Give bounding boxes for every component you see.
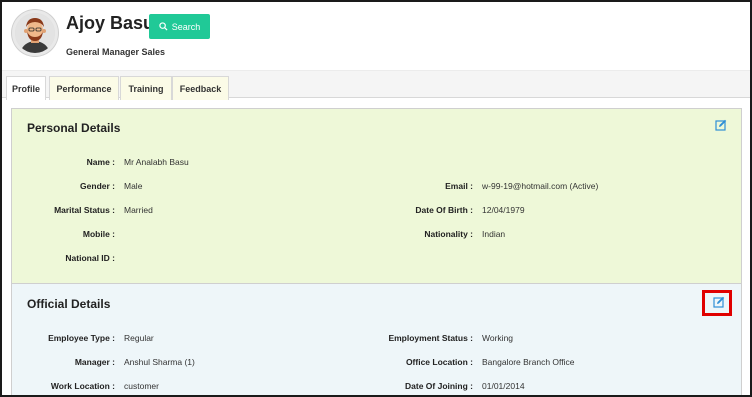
tab-performance[interactable]: Performance — [49, 76, 119, 100]
personal-details-title: Personal Details — [27, 121, 121, 135]
office-location-label: Office Location : — [405, 357, 473, 367]
tab-training[interactable]: Training — [120, 76, 172, 100]
avatar-illustration-icon — [15, 13, 55, 53]
employment-status-label: Employment Status : — [388, 333, 473, 343]
avatar — [12, 10, 58, 56]
gender-label: Gender : — [80, 181, 115, 191]
employee-designation: General Manager Sales — [66, 47, 166, 57]
work-location-label: Work Location : — [50, 381, 115, 391]
nationality-label: Nationality : — [424, 229, 473, 239]
date-of-joining-label: Date Of Joining : — [405, 381, 473, 391]
name-value: Mr Analabh Basu — [124, 157, 189, 167]
tab-bar: Profile Performance Training Feedback — [2, 70, 750, 100]
email-label: Email : — [445, 181, 473, 191]
email-value: w-99-19@hotmail.com (Active) — [482, 181, 599, 191]
search-button[interactable]: Search — [149, 14, 210, 39]
manager-value: Anshul Sharma (1) — [124, 357, 195, 367]
search-button-label: Search — [171, 21, 201, 32]
office-location-value: Bangalore Branch Office — [482, 357, 575, 367]
app-frame: Ajoy Basu General Manager Sales Search P… — [0, 0, 752, 397]
work-location-value: customer — [124, 381, 159, 391]
gender-value: Male — [124, 181, 143, 191]
name-label: Name : — [86, 157, 115, 167]
marital-status-value: Married — [124, 205, 153, 215]
profile-header: Ajoy Basu General Manager Sales Search — [2, 2, 750, 70]
employee-type-label: Employee Type : — [48, 333, 115, 343]
date-of-joining-value: 01/01/2014 — [482, 381, 525, 391]
marital-status-label: Marital Status : — [54, 205, 115, 215]
official-details-title: Official Details — [27, 297, 111, 311]
mobile-label: Mobile : — [82, 229, 115, 239]
employee-name: Ajoy Basu — [66, 13, 155, 33]
employee-type-value: Regular — [124, 333, 154, 343]
search-icon — [159, 22, 168, 31]
date-of-birth-label: Date Of Birth : — [415, 205, 473, 215]
tab-profile[interactable]: Profile — [6, 76, 46, 100]
nationality-value: Indian — [482, 229, 506, 239]
national-id-label: National ID : — [65, 253, 115, 263]
employment-status-value: Working — [482, 333, 514, 343]
date-of-birth-value: 12/04/1979 — [482, 205, 525, 215]
edit-official-details-icon[interactable] — [713, 296, 725, 308]
official-details-panel: Official Details — [11, 283, 742, 395]
tab-feedback[interactable]: Feedback — [172, 76, 229, 100]
manager-label: Manager : — [74, 357, 115, 367]
personal-details-panel: Personal Details — [11, 108, 742, 284]
edit-personal-details-icon[interactable] — [715, 119, 727, 131]
